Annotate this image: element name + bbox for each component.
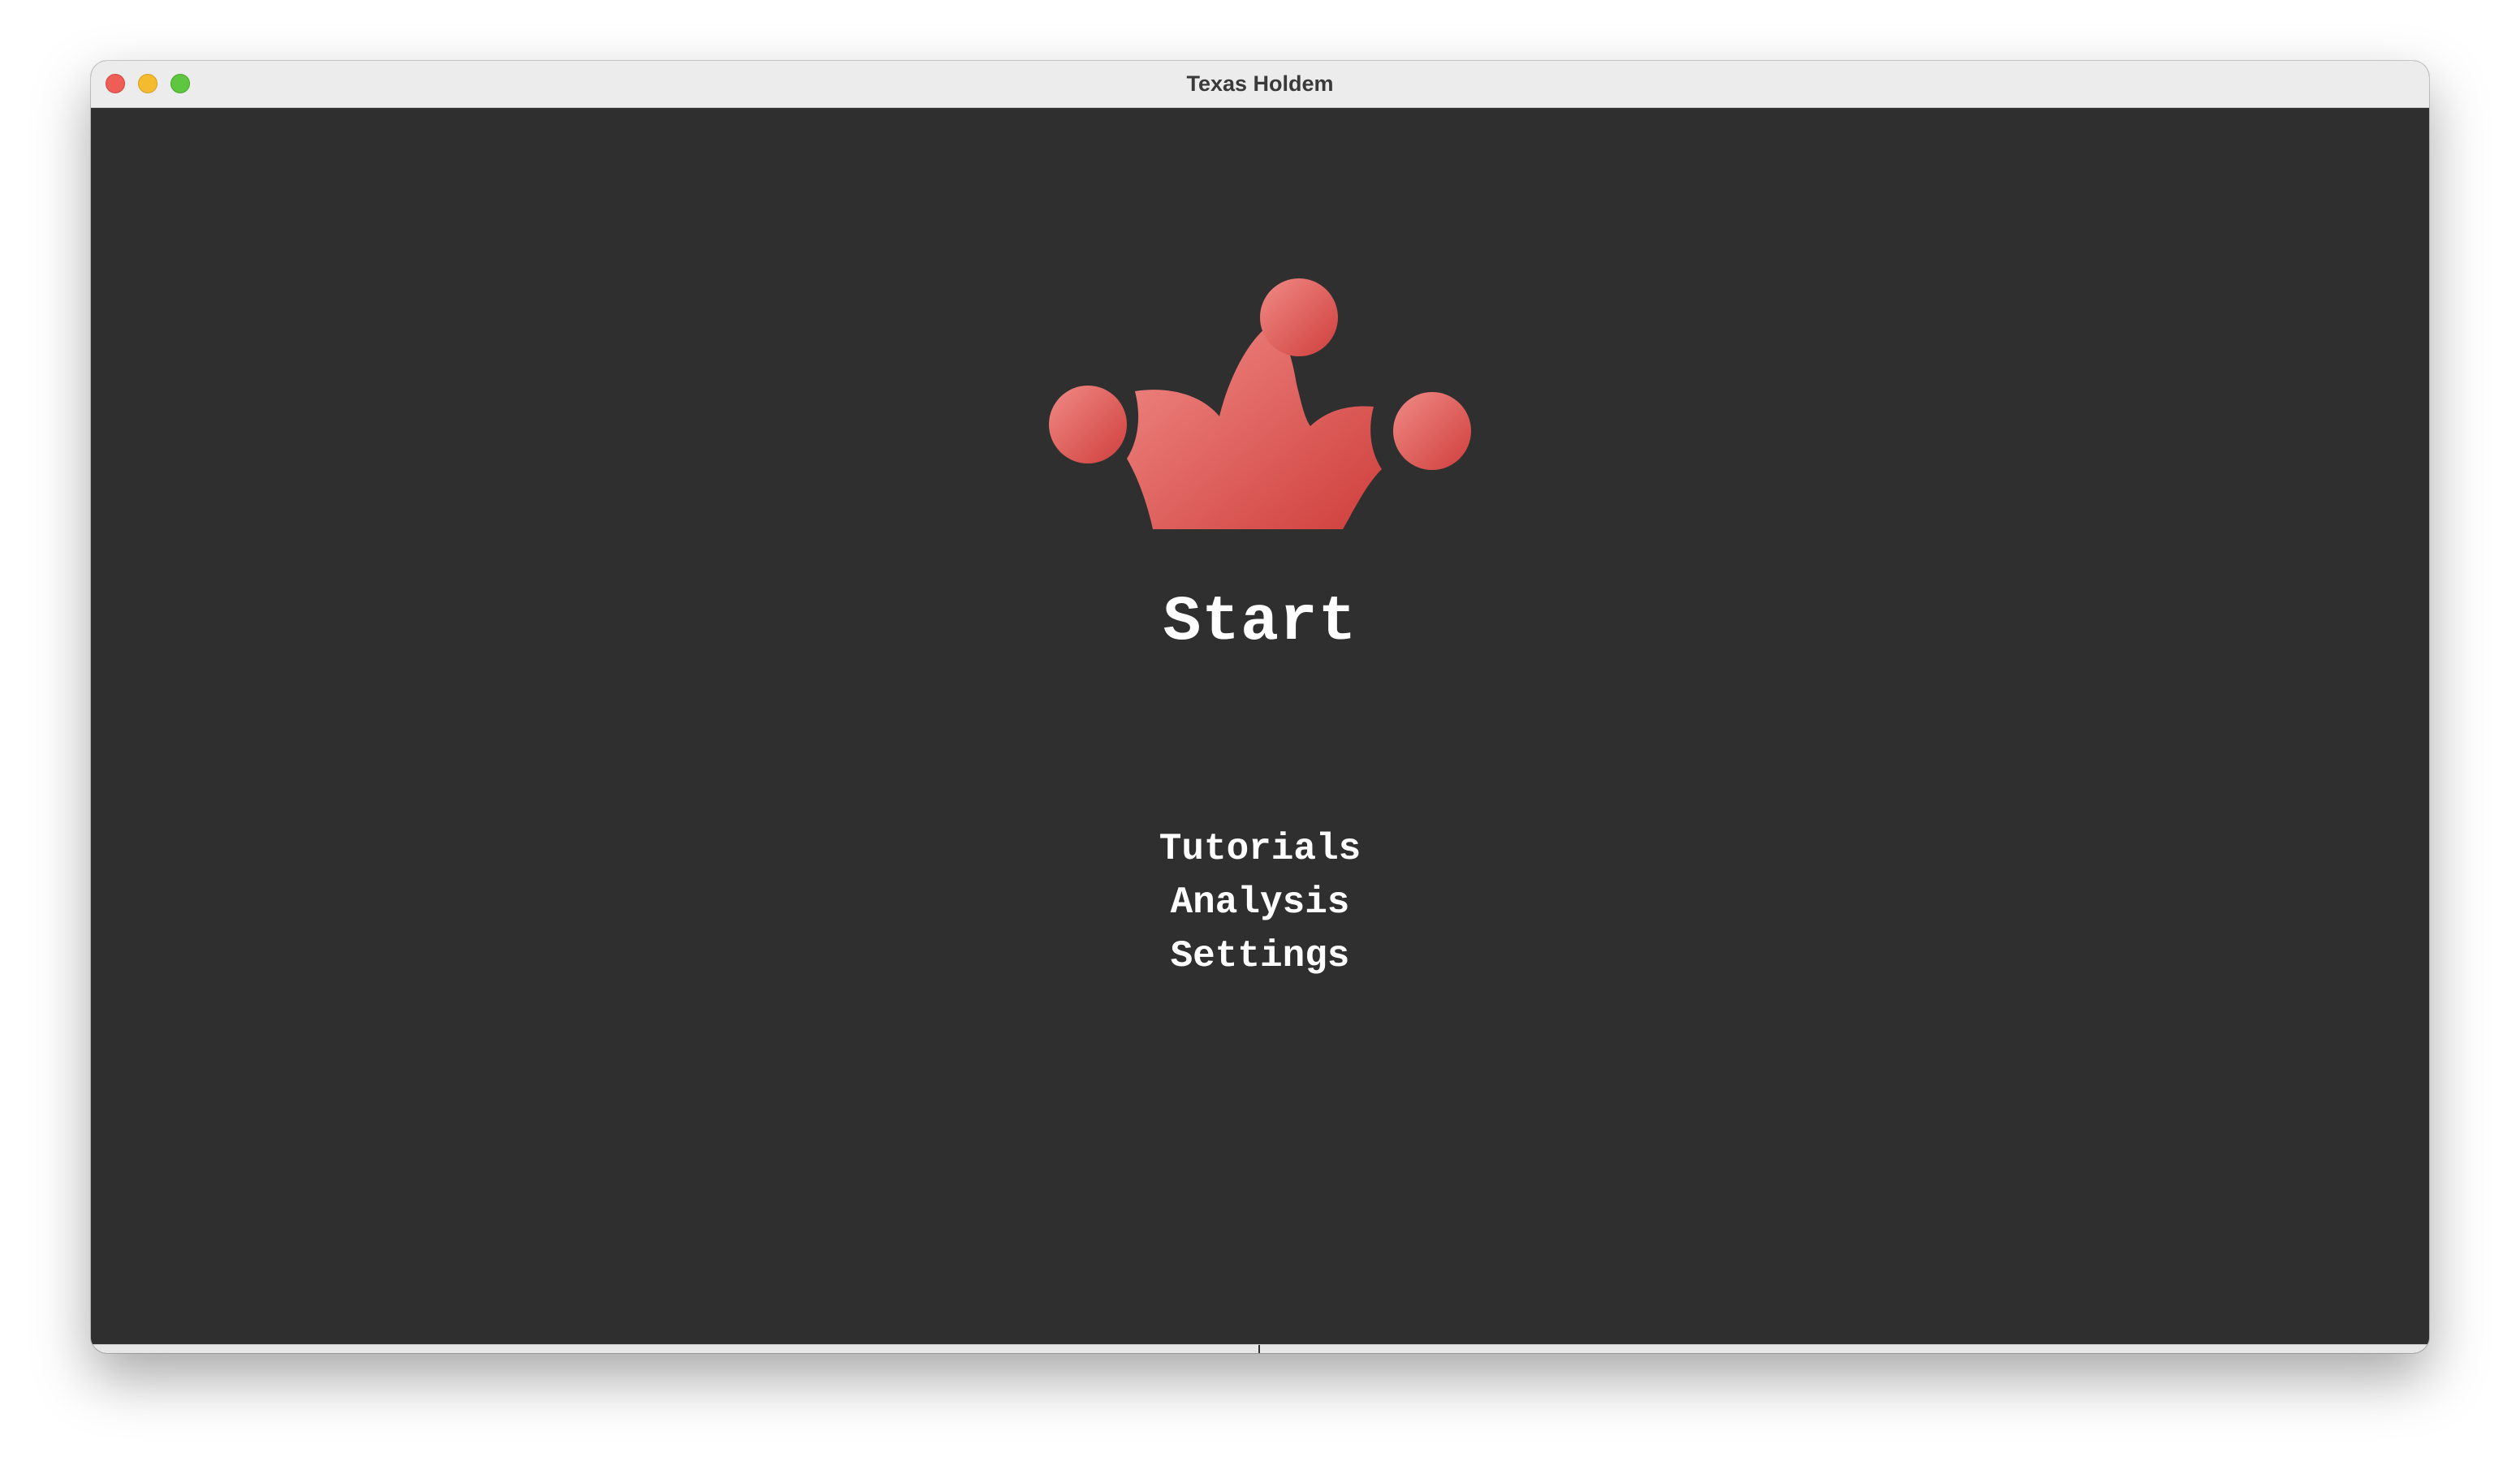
bottom-divider: [1258, 1345, 1260, 1353]
main-menu-screen: Start Tutorials Analysis Settings: [91, 108, 2429, 1345]
crown-icon: [1049, 278, 1471, 529]
menu-item-tutorials[interactable]: Tutorials: [91, 822, 2429, 876]
menu-item-analysis[interactable]: Analysis: [91, 876, 2429, 929]
main-menu: Tutorials Analysis Settings: [91, 822, 2429, 983]
title-bar[interactable]: Texas Holdem: [91, 61, 2429, 108]
app-window: Texas Holdem Start Tutorials Analysis Se…: [91, 61, 2429, 1353]
menu-item-settings[interactable]: Settings: [91, 929, 2429, 983]
start-button[interactable]: Start: [91, 587, 2429, 658]
bottom-status-bar: [91, 1344, 2429, 1353]
window-title: Texas Holdem: [1186, 71, 1334, 96]
